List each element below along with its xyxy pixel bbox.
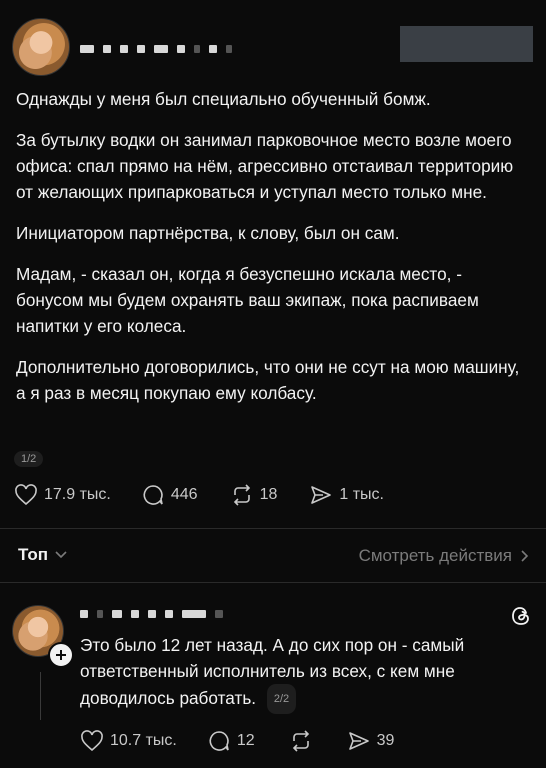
heart-icon (81, 730, 103, 752)
post-paragraph: Однажды у меня был специально обученный … (16, 89, 431, 109)
divider (0, 528, 546, 529)
post-body: Однажды у меня был специально обученный … (16, 86, 531, 421)
reply-actions: 10.7 тыс. 12 39 (80, 729, 500, 753)
post-actions: 17.9 тыс. 446 18 1 тыс. (14, 483, 434, 507)
reply-comment-button[interactable]: 12 (207, 730, 255, 752)
heart-icon (15, 484, 37, 506)
post-paragraph: Инициатором партнёрства, к слову, был он… (16, 223, 400, 243)
comment-icon (143, 485, 163, 505)
author-name-redacted[interactable] (80, 40, 310, 53)
chevron-right-icon (521, 550, 529, 562)
reply-counter-badge: 2/2 (266, 684, 297, 714)
repost-icon (292, 730, 309, 752)
share-count: 1 тыс. (339, 486, 384, 503)
reply-body: Это было 12 лет назад. А до сих пор он -… (80, 632, 525, 714)
share-icon (348, 732, 369, 750)
post-counter-badge: 1/2 (14, 451, 44, 467)
reply-comment-count: 12 (236, 732, 255, 749)
reply-like-button[interactable]: 10.7 тыс. (80, 730, 177, 752)
reply-like-count: 10.7 тыс. (110, 732, 177, 749)
share-button[interactable]: 1 тыс. (309, 484, 384, 506)
reply-share-button[interactable]: 39 (347, 730, 395, 752)
share-icon (311, 486, 332, 504)
sort-dropdown[interactable]: Топ (18, 545, 68, 565)
reply-share-count: 39 (376, 732, 395, 749)
reply-repost-button[interactable] (289, 730, 319, 752)
repost-button[interactable]: 18 (230, 484, 278, 506)
chevron-down-icon (55, 551, 67, 559)
comment-icon (209, 731, 229, 751)
post-paragraph: Дополнительно договорились, что они не с… (16, 357, 520, 403)
like-count: 17.9 тыс. (44, 486, 111, 503)
repost-count: 18 (259, 486, 278, 503)
author-avatar[interactable] (12, 18, 70, 76)
header-redacted-block (400, 26, 533, 62)
plus-icon (56, 650, 66, 660)
post-paragraph: За бутылку водки он занимал парковочное … (16, 130, 514, 202)
reply-author-name-redacted[interactable] (80, 605, 280, 618)
follow-plus-button[interactable] (48, 642, 74, 668)
thread-line (40, 672, 41, 720)
like-button[interactable]: 17.9 тыс. (14, 484, 111, 506)
comment-button[interactable]: 446 (141, 484, 198, 506)
sort-label: Топ (18, 545, 48, 564)
threads-logo-icon[interactable] (509, 604, 533, 628)
post-paragraph: Мадам, - сказал он, когда я безуспешно и… (16, 264, 479, 336)
comment-count: 446 (170, 486, 198, 503)
repost-icon (233, 484, 250, 506)
view-activity-link[interactable]: Смотреть действия (359, 546, 530, 566)
divider (0, 582, 546, 583)
view-activity-label: Смотреть действия (358, 546, 512, 565)
